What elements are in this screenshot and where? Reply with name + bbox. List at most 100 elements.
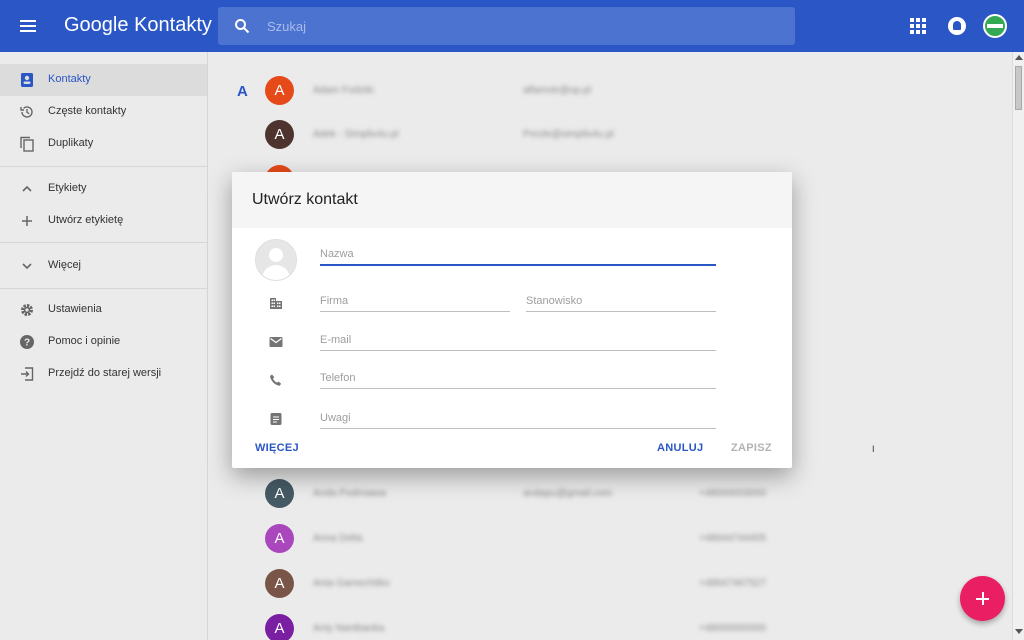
company-field[interactable] [320, 290, 510, 314]
contact-phone: +48644744405 [699, 533, 767, 544]
contact-row[interactable]: A Anty Nantbanka +48000000000 [265, 614, 965, 640]
sidebar-item-label: Więcej [48, 259, 82, 271]
contact-name: Anty Nantbanka [313, 623, 385, 634]
sidebar: Kontakty Częste kontakty Duplikaty Etyki… [0, 52, 208, 640]
scroll-up-arrow-icon[interactable] [1015, 55, 1023, 60]
contact-avatar: A [265, 120, 294, 149]
notes-input[interactable] [320, 407, 716, 429]
contact-photo[interactable] [255, 239, 297, 281]
email-field[interactable] [320, 329, 716, 353]
exit-icon [21, 367, 34, 381]
contact-email: alfamotr@op.pl [523, 85, 591, 96]
sidebar-item-label: Częste kontakty [48, 105, 127, 117]
dialog-header: Utwórz kontakt [232, 172, 792, 228]
sidebar-item-help[interactable]: ? Pomoc i opinie [0, 326, 207, 358]
contact-name: Anna Delta [313, 533, 363, 544]
sidebar-item-more[interactable]: Więcej [0, 250, 207, 282]
search-bar[interactable] [218, 7, 795, 45]
contact-email: andapu@gmail.com [523, 488, 613, 499]
contact-name: Anda Podmiawa [313, 488, 386, 499]
sidebar-item-create-label[interactable]: Utwórz etykietę [0, 205, 207, 237]
create-contact-dialog: Utwórz kontakt WIĘCEJ ANUL [232, 172, 792, 468]
help-icon: ? [20, 335, 34, 349]
company-input[interactable] [320, 290, 510, 312]
job-title-input[interactable] [526, 290, 716, 312]
save-button[interactable]: ZAPISZ [731, 442, 772, 454]
search-input[interactable] [267, 16, 767, 36]
contact-row[interactable]: A Anna Delta +48644744405 [265, 524, 965, 568]
notes-field[interactable] [320, 407, 716, 431]
email-icon [269, 337, 283, 347]
contact-name: Adek - Simplix4u.pl [313, 129, 399, 140]
name-input[interactable] [320, 244, 716, 266]
contact-email: Porzle@simplix4u.pl [523, 129, 614, 140]
sidebar-item-settings[interactable]: Ustawienia [0, 294, 207, 326]
contact-avatar: A [265, 569, 294, 598]
account-avatar[interactable] [983, 14, 1007, 38]
apps-grid-icon[interactable] [910, 18, 926, 34]
notifications-icon[interactable] [948, 17, 966, 35]
contact-phone: +48000000000 [699, 623, 767, 634]
contact-name: Adam Fodziki [313, 85, 374, 96]
phone-input[interactable] [320, 367, 716, 389]
add-contact-button[interactable] [960, 576, 1005, 621]
sidebar-item-label: Pomoc i opinie [48, 335, 121, 347]
person-head-icon [269, 248, 283, 262]
chevron-down-icon [22, 263, 32, 270]
contact-avatar: A [265, 76, 294, 105]
sidebar-divider [0, 242, 207, 243]
sidebar-item-labels[interactable]: Etykiety [0, 173, 207, 205]
history-icon [20, 106, 33, 118]
menu-icon[interactable] [18, 16, 38, 36]
search-icon[interactable] [234, 18, 250, 34]
sidebar-divider [0, 288, 207, 289]
email-input[interactable] [320, 329, 716, 351]
contact-avatar: A [265, 614, 294, 640]
cancel-button[interactable]: ANULUJ [657, 442, 703, 454]
job-title-field[interactable] [526, 290, 716, 314]
section-letter: A [237, 83, 248, 100]
phone-icon [270, 374, 282, 386]
sidebar-item-label: Utwórz etykietę [48, 214, 124, 226]
contact-name: Anta Gamechtiko [313, 578, 390, 589]
sidebar-item-duplicates[interactable]: Duplikaty [0, 128, 207, 160]
contact-row[interactable]: A Anta Gamechtiko +48647467527 [265, 569, 965, 613]
chevron-up-icon [22, 185, 32, 192]
phone-field[interactable] [320, 367, 716, 391]
gear-icon [21, 304, 33, 316]
svg-text:?: ? [24, 338, 30, 349]
sidebar-item-label: Duplikaty [48, 137, 94, 149]
logo-google: Google [64, 14, 129, 36]
contact-row[interactable]: A Anda Podmiawa andapu@gmail.com +480000… [265, 479, 965, 523]
company-icon [270, 298, 282, 309]
contact-row[interactable]: A Adek - Simplix4u.pl Porzle@simplix4u.p… [265, 120, 965, 164]
contact-phone: +48000003000 [699, 488, 767, 499]
scroll-thumb[interactable] [1015, 66, 1022, 110]
app-logo[interactable]: Google Kontakty [64, 14, 212, 37]
notes-icon [270, 413, 282, 425]
contact-row[interactable]: A Adam Fodziki alfamotr@op.pl [265, 76, 965, 120]
name-field[interactable] [320, 244, 716, 268]
sidebar-item-old-version[interactable]: Przejdź do starej wersji [0, 358, 207, 390]
top-app-bar: Google Kontakty [0, 0, 1024, 52]
sidebar-item-label: Przejdź do starej wersji [48, 367, 162, 379]
contact-avatar: A [265, 479, 294, 508]
logo-product: Kontakty [134, 14, 212, 36]
contacts-icon [21, 73, 33, 87]
sidebar-divider [0, 166, 207, 167]
contact-phone: +48647467527 [699, 578, 767, 589]
dialog-title: Utwórz kontakt [252, 191, 358, 208]
sidebar-item-label: Etykiety [48, 182, 87, 194]
plus-icon [22, 216, 32, 226]
sidebar-item-frequent[interactable]: Częste kontakty [0, 96, 207, 128]
sidebar-item-label: Ustawienia [48, 303, 102, 315]
mouse-cursor: I [872, 444, 875, 454]
contact-avatar: A [265, 524, 294, 553]
more-button[interactable]: WIĘCEJ [255, 442, 299, 454]
scrollbar[interactable] [1012, 52, 1024, 640]
sidebar-item-label: Kontakty [48, 73, 91, 85]
person-body-icon [262, 265, 290, 280]
sidebar-item-contacts[interactable]: Kontakty [0, 64, 207, 96]
scroll-down-arrow-icon[interactable] [1015, 629, 1023, 634]
copy-icon [20, 136, 34, 152]
